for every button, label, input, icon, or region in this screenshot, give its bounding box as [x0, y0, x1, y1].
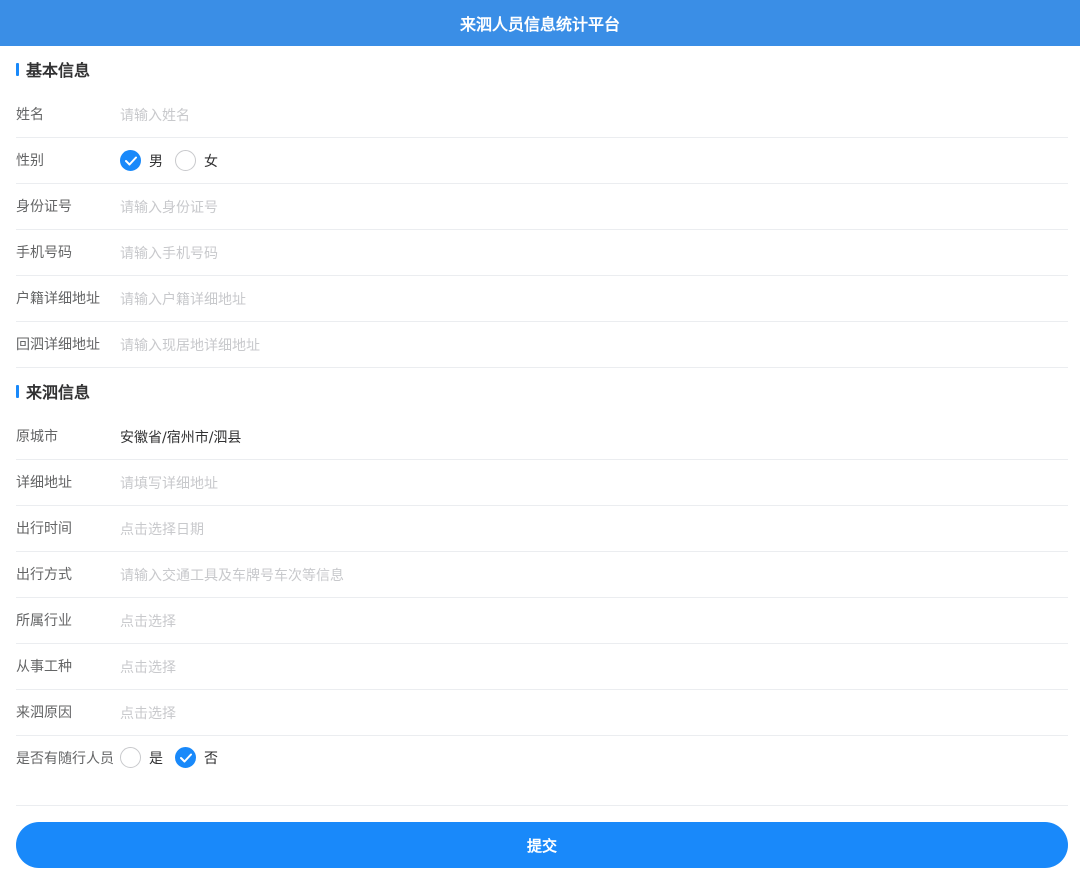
companions-label: 是否有随行人员	[16, 751, 114, 767]
industry-field[interactable]: 所属行业 点击选择	[16, 598, 1068, 644]
travel-mode-input[interactable]: 请输入交通工具及车牌号车次等信息	[120, 565, 344, 585]
phone-input[interactable]: 请输入手机号码	[120, 243, 218, 263]
section-title-arrival: 来泗信息	[26, 383, 91, 402]
section-marker	[16, 384, 19, 398]
gender-label: 性别	[16, 152, 44, 169]
companions-yes-label: 是	[149, 750, 163, 767]
section-title-basic: 基本信息	[26, 61, 91, 80]
industry-label: 所属行业	[16, 612, 72, 629]
job-picker[interactable]: 点击选择	[120, 657, 176, 677]
home-address-label: 户籍详细地址	[16, 290, 100, 307]
return-address-field[interactable]: 回泗详细地址 请输入现居地详细地址	[16, 322, 1068, 368]
gender-female-label: 女	[204, 153, 218, 170]
home-address-field[interactable]: 户籍详细地址 请输入户籍详细地址	[16, 276, 1068, 322]
name-label: 姓名	[16, 106, 44, 123]
nav-bar: 来泗人员信息统计平台	[0, 0, 1080, 46]
home-address-input[interactable]: 请输入户籍详细地址	[120, 289, 246, 309]
reason-picker[interactable]: 点击选择	[120, 703, 176, 723]
page-title: 来泗人员信息统计平台	[459, 15, 620, 34]
gender-male-label: 男	[149, 153, 163, 170]
origin-city-value[interactable]: 安徽省/宿州市/泗县	[120, 427, 241, 447]
gender-female-radio[interactable]: 女	[175, 150, 218, 171]
gender-male-radio[interactable]: 男	[120, 150, 163, 171]
job-label: 从事工种	[16, 658, 72, 675]
travel-mode-label: 出行方式	[16, 566, 72, 583]
phone-field[interactable]: 手机号码 请输入手机号码	[16, 230, 1068, 276]
detail-address-label: 详细地址	[16, 474, 72, 491]
check-icon	[120, 150, 141, 171]
section-marker	[16, 62, 19, 76]
detail-address-input[interactable]: 请填写详细地址	[120, 473, 218, 493]
section-basic-info: 基本信息	[0, 46, 1080, 92]
travel-mode-field[interactable]: 出行方式 请输入交通工具及车牌号车次等信息	[16, 552, 1068, 598]
submit-button[interactable]: 提交	[16, 822, 1068, 868]
id-label: 身份证号	[16, 198, 72, 215]
travel-time-label: 出行时间	[16, 520, 72, 537]
return-address-input[interactable]: 请输入现居地详细地址	[120, 335, 260, 355]
industry-picker[interactable]: 点击选择	[120, 611, 176, 631]
travel-time-field[interactable]: 出行时间 点击选择日期	[16, 506, 1068, 552]
job-field[interactable]: 从事工种 点击选择	[16, 644, 1068, 690]
gender-field: 性别 男 女	[16, 138, 1068, 184]
section-arrival-info: 来泗信息	[0, 368, 1080, 414]
companions-no-label: 否	[204, 750, 218, 767]
companions-no-radio[interactable]: 否	[175, 747, 218, 768]
reason-field[interactable]: 来泗原因 点击选择	[16, 690, 1068, 736]
id-field[interactable]: 身份证号 请输入身份证号	[16, 184, 1068, 230]
submit-area: 提交	[0, 806, 1080, 868]
companions-field: 是否有随行人员 是 否	[16, 736, 1068, 806]
return-address-label: 回泗详细地址	[16, 336, 100, 353]
companions-yes-radio[interactable]: 是	[120, 747, 163, 768]
name-input[interactable]: 请输入姓名	[120, 105, 190, 125]
name-field[interactable]: 姓名 请输入姓名	[16, 92, 1068, 138]
radio-circle-icon	[175, 150, 196, 171]
origin-city-label: 原城市	[16, 428, 58, 445]
check-icon	[175, 747, 196, 768]
travel-time-picker[interactable]: 点击选择日期	[120, 519, 204, 539]
phone-label: 手机号码	[16, 244, 72, 261]
reason-label: 来泗原因	[16, 704, 72, 721]
id-input[interactable]: 请输入身份证号	[120, 197, 218, 217]
detail-address-field[interactable]: 详细地址 请填写详细地址	[16, 460, 1068, 506]
radio-circle-icon	[120, 747, 141, 768]
origin-city-field[interactable]: 原城市 安徽省/宿州市/泗县	[16, 414, 1068, 460]
